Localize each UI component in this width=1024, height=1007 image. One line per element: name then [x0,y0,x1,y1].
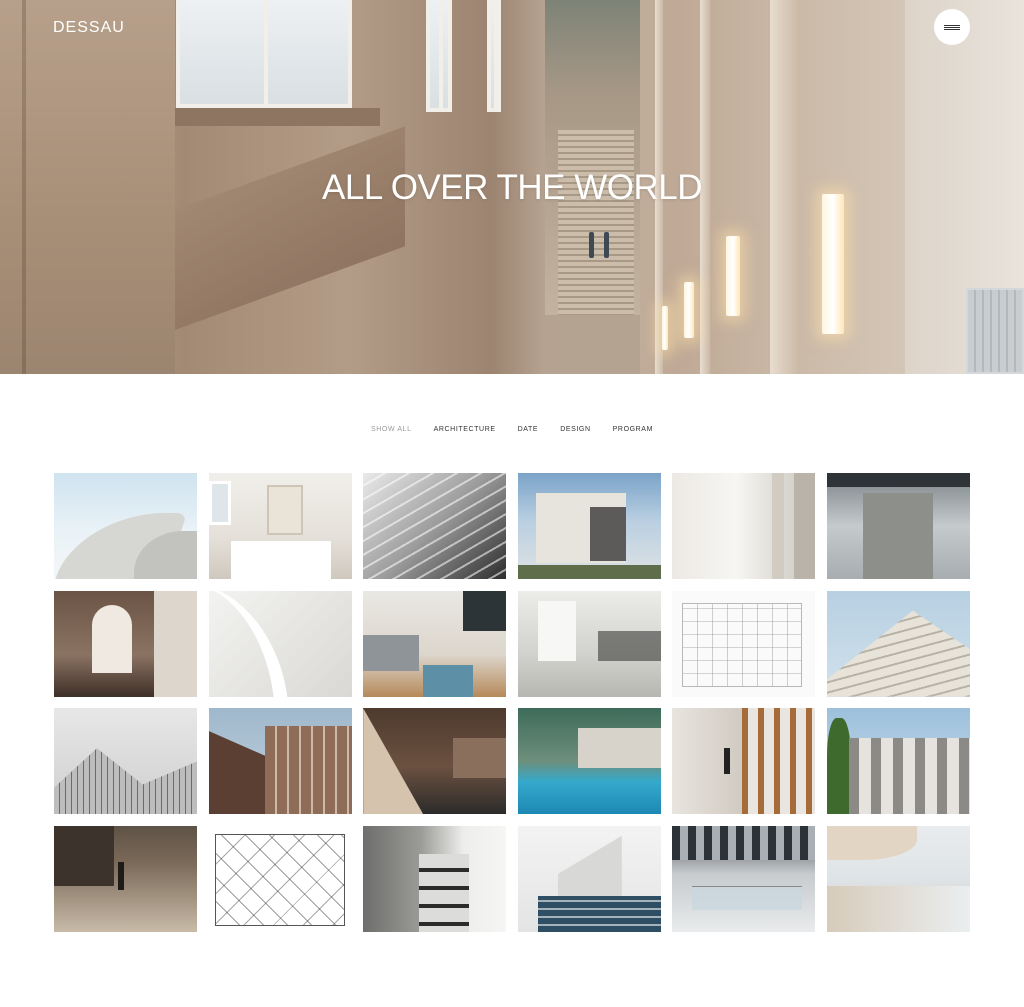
hero-ledge [175,126,405,331]
wall-light [662,306,668,350]
portfolio-item[interactable] [672,473,816,579]
portfolio-item[interactable] [517,473,661,579]
portfolio-item[interactable] [363,708,507,815]
portfolio-item[interactable] [672,825,816,932]
portfolio-item[interactable] [826,590,970,697]
portfolio-item[interactable] [54,825,197,932]
wall-light [822,194,844,334]
hero-title: ALL OVER THE WORLD [322,168,702,207]
portfolio-item[interactable] [826,825,970,932]
portfolio-item[interactable] [363,473,507,579]
hero-ledge [175,108,380,126]
portfolio-item[interactable] [672,708,816,815]
portfolio-item[interactable] [208,473,352,579]
hero-window [426,0,452,112]
hero-person [604,232,609,258]
hero-window [176,0,352,108]
hero-banner: DESSAU ALL OVER THE WORLD [0,0,1024,374]
wall-light [684,282,694,338]
filter-show-all[interactable]: SHOW ALL [371,426,412,433]
portfolio-item[interactable] [54,708,197,815]
hamburger-icon [944,25,960,26]
portfolio-item[interactable] [672,590,816,697]
hero-stairs [558,130,634,320]
portfolio-item[interactable] [826,473,970,579]
hero-floor [545,315,640,374]
hamburger-icon [944,27,960,28]
portfolio-item[interactable] [208,708,352,815]
hamburger-icon [944,29,960,30]
portfolio-item[interactable] [517,708,661,815]
portfolio-item[interactable] [517,825,661,932]
menu-button[interactable] [934,9,970,45]
wall-light [726,236,740,316]
portfolio-item[interactable] [363,590,507,697]
portfolio-grid [54,473,970,932]
filter-architecture[interactable]: ARCHITECTURE [434,426,496,433]
portfolio-item[interactable] [54,473,197,579]
filter-program[interactable]: PROGRAM [613,426,653,433]
filter-design[interactable]: DESIGN [560,426,590,433]
portfolio-item[interactable] [208,590,352,697]
site-logo[interactable]: DESSAU [53,19,125,37]
portfolio-item[interactable] [517,590,661,697]
portfolio-item[interactable] [363,825,507,932]
hero-vent [966,288,1024,374]
portfolio-item[interactable] [54,590,197,697]
hero-person [589,232,594,258]
portfolio-filter: SHOW ALL ARCHITECTURE DATE DESIGN PROGRA… [0,426,1024,433]
portfolio-item[interactable] [826,708,970,815]
hero-window [487,0,501,112]
portfolio-item[interactable] [208,825,352,932]
filter-date[interactable]: DATE [518,426,539,433]
